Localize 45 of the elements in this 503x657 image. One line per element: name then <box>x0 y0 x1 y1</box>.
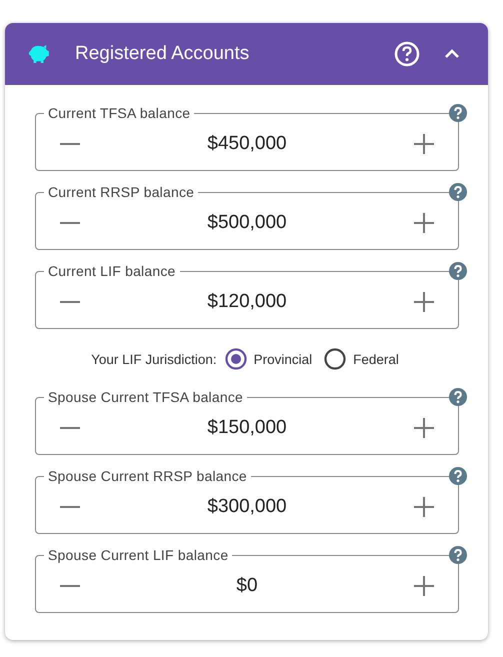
plus-icon <box>414 497 434 517</box>
help-icon[interactable] <box>449 546 467 564</box>
plus-icon <box>414 213 434 233</box>
radio-option[interactable]: Federal <box>324 348 403 370</box>
radio-option[interactable]: Provincial <box>224 348 316 370</box>
panel-header[interactable]: Registered Accounts <box>5 23 488 85</box>
radio-group-label: Your LIF Jurisdiction: <box>91 352 217 366</box>
amount-field[interactable]: Current RRSP balance $500,000 <box>35 184 459 250</box>
panel-title: Registered Accounts <box>75 43 250 65</box>
amount-input[interactable]: $500,000 <box>104 211 390 235</box>
amount-field[interactable]: Spouse Current TFSA balance $150,000 <box>35 389 459 455</box>
amount-input[interactable]: $120,000 <box>104 290 390 314</box>
radio-button[interactable] <box>224 348 247 370</box>
amount-input[interactable]: $300,000 <box>104 495 390 519</box>
help-icon[interactable] <box>449 467 467 485</box>
help-icon[interactable] <box>449 104 467 122</box>
help-icon[interactable] <box>394 41 420 67</box>
amount-input[interactable]: $150,000 <box>104 416 390 440</box>
amount-field[interactable]: Spouse Current RRSP balance $300,000 <box>35 468 459 534</box>
minus-icon <box>60 427 80 429</box>
minus-icon <box>60 222 80 224</box>
plus-icon <box>414 576 434 596</box>
field-label: Spouse Current LIF balance <box>48 547 228 563</box>
plus-icon <box>414 418 434 438</box>
field-label: Spouse Current TFSA balance <box>48 389 244 405</box>
field-label: Current TFSA balance <box>48 105 190 121</box>
field-label: Current LIF balance <box>48 263 176 279</box>
minus-icon <box>60 506 80 508</box>
help-icon[interactable] <box>449 388 467 406</box>
field-label: Current RRSP balance <box>48 184 194 200</box>
amount-field[interactable]: Current LIF balance $120,000 <box>35 263 459 329</box>
radio-button[interactable] <box>324 348 346 370</box>
help-icon[interactable] <box>449 262 467 280</box>
amount-field[interactable]: Current TFSA balance $450,000 <box>35 105 459 171</box>
amount-input[interactable]: $0 <box>104 574 390 598</box>
minus-icon <box>60 585 80 587</box>
amount-input[interactable]: $450,000 <box>104 132 390 156</box>
field-label: Spouse Current RRSP balance <box>48 468 247 484</box>
minus-icon <box>60 143 80 145</box>
collapse-icon[interactable] <box>444 49 460 59</box>
piggy-bank-icon <box>28 45 50 63</box>
plus-icon <box>414 134 434 154</box>
plus-icon <box>414 292 434 312</box>
minus-icon <box>60 301 80 303</box>
help-icon[interactable] <box>449 183 467 201</box>
